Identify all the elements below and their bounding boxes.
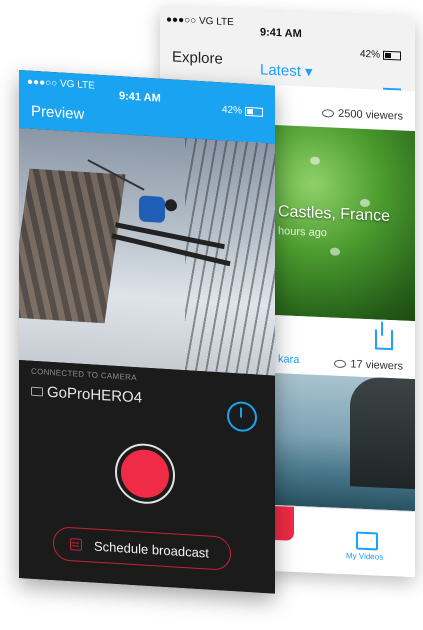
latest-dropdown[interactable]: Latest ▾ xyxy=(260,60,313,80)
camera-name: GoProHERO4 xyxy=(47,383,143,407)
app-showcase: ●●●○○ VG LTE 9:41 AM 42% Explore Latest … xyxy=(0,0,423,630)
skier-helmet xyxy=(165,198,177,212)
schedule-broadcast-button[interactable]: Schedule broadcast xyxy=(53,526,231,571)
chalet-shape xyxy=(19,168,126,324)
status-time: 9:41 AM xyxy=(260,26,302,41)
battery-status: 42% xyxy=(222,104,263,118)
camera-controls: CONNECTED TO CAMERA GoProHERO4 Schedule … xyxy=(19,360,275,594)
eye-icon xyxy=(334,359,347,369)
page-title: Preview xyxy=(31,102,85,123)
water-drop xyxy=(310,156,320,165)
camera-icon xyxy=(31,386,43,397)
cliff-shape xyxy=(350,376,415,490)
my-videos-icon[interactable] xyxy=(356,531,378,551)
viewer-count: 2500 viewers xyxy=(322,107,403,123)
eye-icon xyxy=(322,109,335,118)
carrier-signal: ●●●○○ VG LTE xyxy=(27,76,95,92)
record-button[interactable] xyxy=(115,441,175,506)
connected-label: CONNECTED TO CAMERA xyxy=(31,366,137,383)
schedule-broadcast-label: Schedule broadcast xyxy=(94,538,209,561)
viewer-count-text: 2500 viewers xyxy=(338,107,403,123)
broadcaster-name[interactable]: kara xyxy=(278,353,299,366)
viewer-count-text: 17 viewers xyxy=(350,358,403,373)
battery-percent: 42% xyxy=(221,104,242,117)
viewer-count: 17 viewers xyxy=(334,358,403,373)
record-dot-icon xyxy=(121,448,169,500)
status-bar: ●●●○○ VG LTE 9:41 AM 42% xyxy=(160,6,415,61)
power-icon[interactable] xyxy=(227,400,257,433)
status-time: 9:41 AM xyxy=(119,90,161,105)
preview-screen: ●●●○○ VG LTE 9:41 AM 42% Preview CONNECT… xyxy=(19,70,275,594)
calendar-icon xyxy=(70,538,82,551)
carrier-signal: ●●●○○ VG LTE xyxy=(166,14,234,29)
battery-icon xyxy=(245,106,263,117)
camera-preview-feed xyxy=(19,128,275,376)
share-icon[interactable] xyxy=(375,329,393,351)
explore-title: Explore xyxy=(172,48,223,68)
skier-body xyxy=(139,195,165,223)
water-drop xyxy=(330,247,340,256)
tab-my-videos[interactable]: My Videos xyxy=(346,551,383,562)
broadcast-time: hours ago xyxy=(278,225,327,240)
